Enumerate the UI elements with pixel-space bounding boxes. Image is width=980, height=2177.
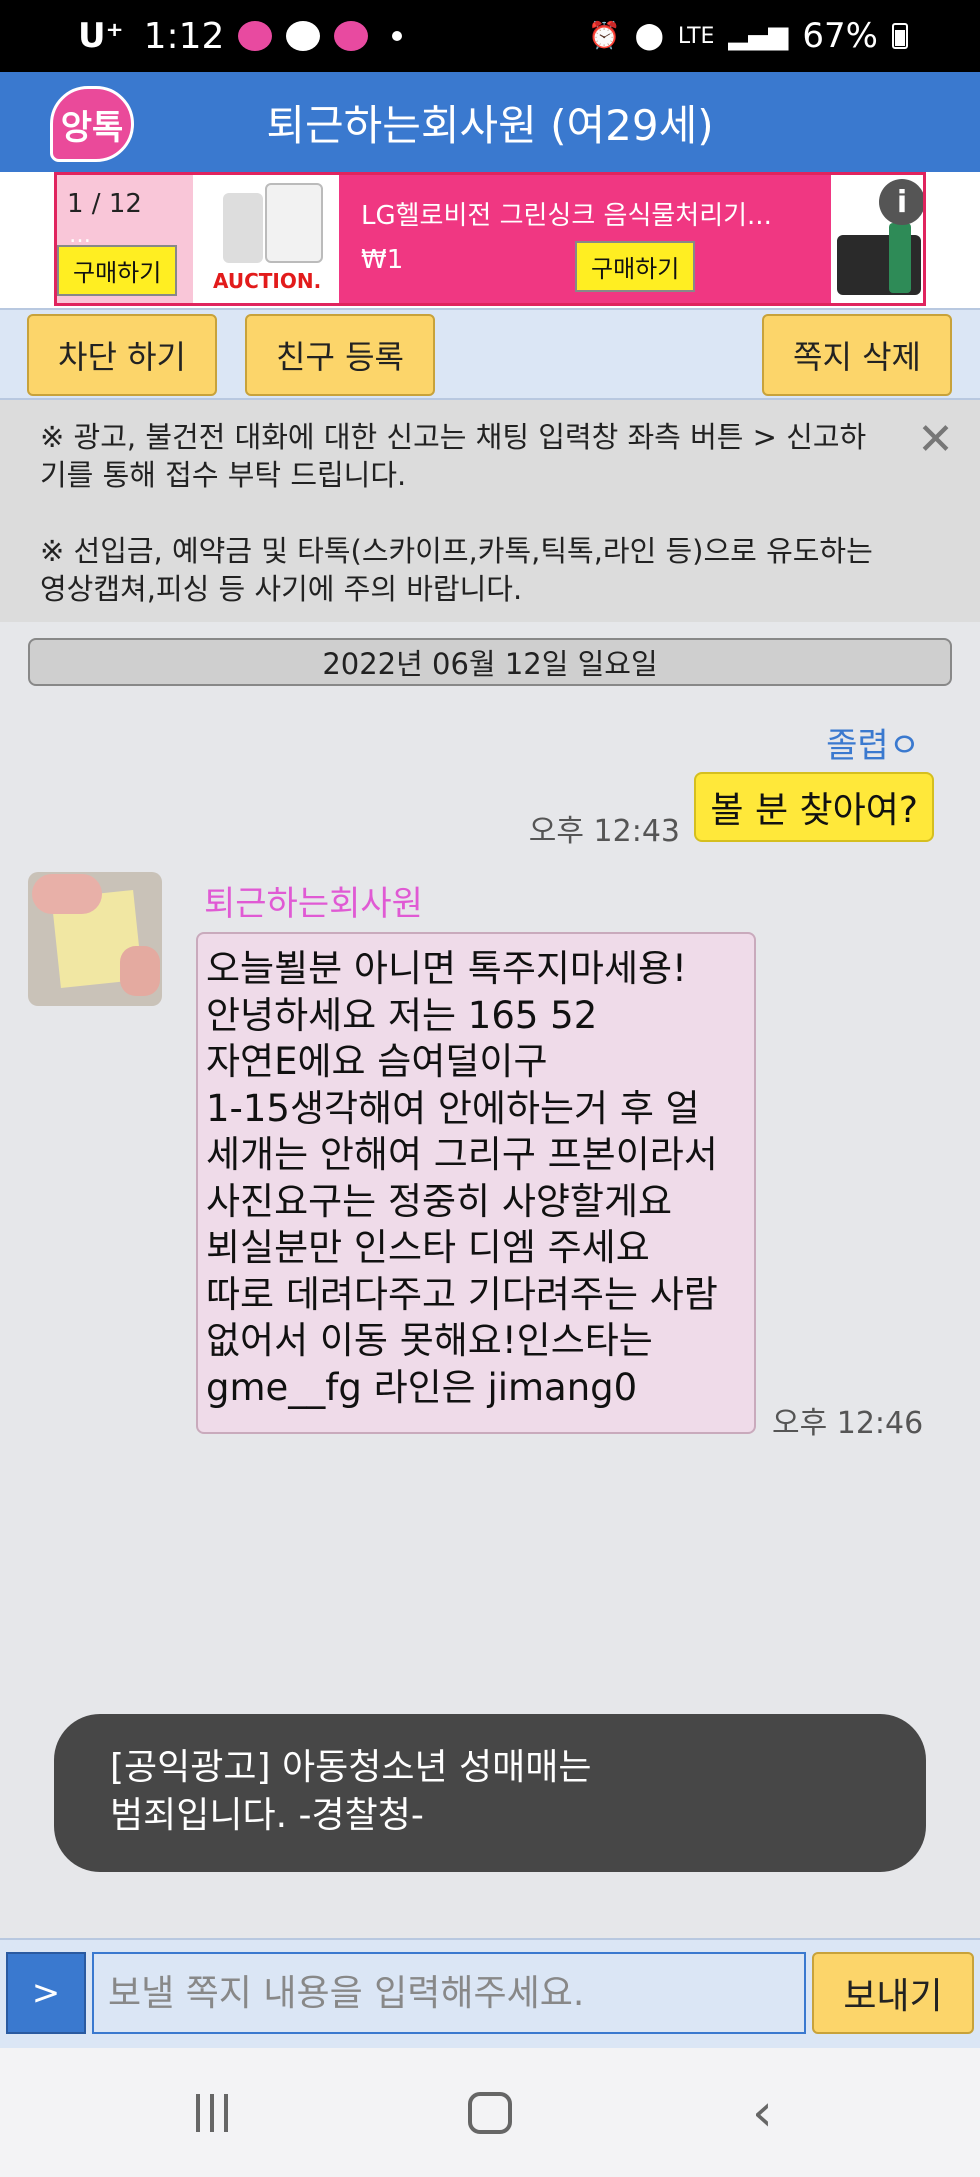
line-notification-icon <box>286 21 321 51</box>
psa-line: 범죄입니다. -경찰청- <box>110 1795 424 1836</box>
network-type: LTE <box>677 23 715 49</box>
chat-title: 퇴근하는회사원 (여29세) <box>266 100 714 150</box>
clock: 1:12 <box>143 15 225 57</box>
message-line: 오늘뵐분 아니면 톡주지마세용! <box>206 947 687 990</box>
ad-product-title: LG헬로비전 그린싱크 음식물처리기... <box>361 201 772 231</box>
product-shape <box>889 223 911 293</box>
status-bar: U⁺ 1:12 ⏰ ⬤ LTE ▂▄▆ 67% <box>0 0 980 72</box>
received-message-bubble[interactable]: 오늘뵐분 아니면 톡주지마세용! 안녕하세요 저는 165 52 자연E에요 슴… <box>196 932 756 1434</box>
message-line: 안녕하세요 저는 165 52 <box>206 993 598 1037</box>
message-input[interactable] <box>92 1952 806 2034</box>
info-icon[interactable]: i <box>879 179 923 225</box>
psa-toast: [공익광고] 아동청소년 성매매는 범죄입니다. -경찰청- <box>54 1714 926 1872</box>
message-composer: > 보내기 <box>0 1938 980 2048</box>
safety-notice: ※ 광고, 불건전 대화에 대한 신고는 채팅 입력창 좌측 버튼 > 신고하기… <box>0 400 980 622</box>
notice-report-text: ※ 광고, 불건전 대화에 대한 신고는 채팅 입력창 좌측 버튼 > 신고하기… <box>40 420 867 492</box>
ad-slide-previous[interactable]: 1 / 12 … 구매하기 <box>57 175 193 303</box>
add-friend-button[interactable]: 친구 등록 <box>245 314 435 396</box>
ad-slide-next[interactable]: i <box>831 175 923 303</box>
avatar[interactable] <box>28 872 162 1006</box>
battery-icon <box>892 23 908 49</box>
alarm-icon: ⏰ <box>588 21 621 51</box>
more-notifications-dot-icon <box>392 31 403 41</box>
app-notification-icon-2 <box>334 21 369 51</box>
product-shape <box>265 183 323 263</box>
carrier-label: U⁺ <box>78 16 124 56</box>
my-nickname: 졸렵ㅇ <box>826 726 920 766</box>
signal-icon: ▂▄▆ <box>728 21 789 51</box>
message-line: 자연E에요 슴여덜이구 <box>206 1040 548 1083</box>
ad-counter: 1 / 12 <box>67 189 142 219</box>
product-shape <box>223 193 263 263</box>
message-line: gme__fg 라인은 jimang0 <box>206 1365 638 1409</box>
report-menu-button[interactable]: > <box>6 1952 86 2034</box>
delete-message-button[interactable]: 쪽지 삭제 <box>762 314 952 396</box>
buy-button[interactable]: 구매하기 <box>575 241 696 292</box>
status-right: ⏰ ⬤ LTE ▂▄▆ 67% <box>588 16 908 56</box>
close-icon[interactable]: ✕ <box>917 418 954 462</box>
date-divider: 2022년 06월 12일 일요일 <box>28 638 952 686</box>
message-line: 사진요구는 정중히 사양할게요 <box>206 1179 673 1223</box>
ad-main-slide[interactable]: LG헬로비전 그린싱크 음식물처리기... ₩1 구매하기 <box>339 175 831 303</box>
buy-button-partial[interactable]: 구매하기 <box>57 245 178 296</box>
my-message-bubble[interactable]: 볼 분 찾아여? <box>694 772 934 842</box>
ad-product-image[interactable]: AUCTION. <box>205 175 337 303</box>
recent-apps-icon[interactable] <box>196 2094 236 2132</box>
auction-logo: AUCTION. <box>213 269 322 293</box>
back-icon[interactable]: ‹ <box>752 2087 773 2139</box>
message-line: 없어서 이동 못해요!인스타는 <box>206 1319 653 1362</box>
app-notification-icon <box>238 21 273 51</box>
home-icon[interactable] <box>468 2092 512 2134</box>
ad-price: ₩1 <box>361 245 404 275</box>
block-button[interactable]: 차단 하기 <box>27 314 217 396</box>
ad-carousel[interactable]: 1 / 12 … 구매하기 AUCTION. LG헬로비전 그린싱크 음식물처리… <box>54 172 926 306</box>
my-message-time: 오후 12:43 <box>528 814 680 849</box>
notice-fraud-text: ※ 선입금, 예약금 및 타톡(스카이프,카톡,틱톡,라인 등)으로 유도하는 … <box>40 534 873 606</box>
avatar-hand-shape <box>32 874 102 914</box>
chat-toolbar: 차단 하기 친구 등록 쪽지 삭제 <box>0 308 980 400</box>
message-line: 세개는 안해여 그리구 프본이라서 <box>206 1133 718 1176</box>
message-line: 1-15생각해여 안에하는거 후 얼 <box>206 1086 700 1130</box>
system-nav-bar: ‹ <box>0 2048 980 2177</box>
status-left: U⁺ 1:12 <box>78 15 403 57</box>
sender-nickname: 퇴근하는회사원 <box>204 884 423 924</box>
location-icon: ⬤ <box>634 21 664 51</box>
message-line: 뵈실분만 인스타 디엠 주세요 <box>206 1226 650 1269</box>
avatar-hand-shape <box>120 946 160 996</box>
received-message-time: 오후 12:46 <box>772 1406 924 1441</box>
battery-percent: 67% <box>802 16 878 56</box>
psa-line: [공익광고] 아동청소년 성매매는 <box>110 1747 592 1788</box>
message-line: 따로 데려다주고 기다려주는 사람 <box>206 1272 718 1316</box>
app-header: 퇴근하는회사원 (여29세) 앙톡 <box>0 72 980 172</box>
app-logo[interactable]: 앙톡 <box>50 86 134 162</box>
ad-banner: 1 / 12 … 구매하기 AUCTION. LG헬로비전 그린싱크 음식물처리… <box>0 172 980 308</box>
send-button[interactable]: 보내기 <box>812 1952 974 2034</box>
